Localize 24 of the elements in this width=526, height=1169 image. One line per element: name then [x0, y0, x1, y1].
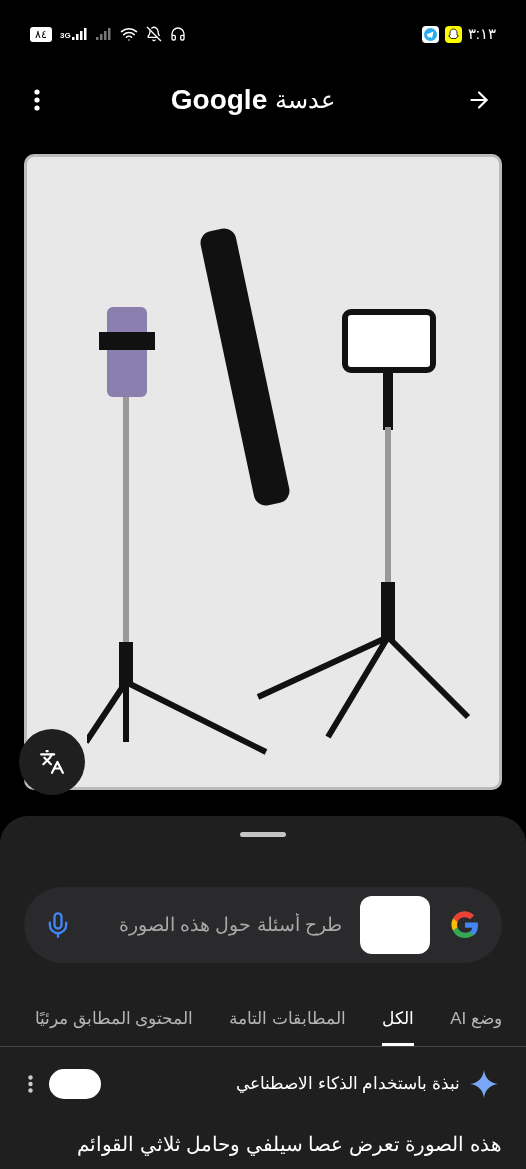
- battery-indicator: ٨٤: [30, 26, 52, 42]
- paper-plane-icon: [421, 25, 439, 43]
- clock-time: ٣:١٣: [467, 23, 496, 44]
- drag-handle[interactable]: [240, 832, 286, 837]
- bell-muted-icon: [145, 26, 162, 42]
- signal-icon: [71, 28, 88, 40]
- wifi-icon: [119, 25, 138, 43]
- ghost-icon: [444, 25, 462, 43]
- app-title: عدسة: [275, 85, 336, 115]
- signal-icon: [95, 28, 112, 40]
- tab[interactable]: المحتوى المطابق مرئيًا: [35, 1005, 194, 1046]
- tab[interactable]: الكل: [382, 1005, 415, 1046]
- tab[interactable]: المطابقات التامة: [229, 1005, 347, 1046]
- ai-overview-text: هذه الصورة تعرض عصا سيلفي وحامل ثلاثي القوائم: [76, 1132, 503, 1158]
- translate-icon: [39, 749, 65, 775]
- more-options-icon: [34, 89, 40, 111]
- app-title: Google: [170, 83, 268, 117]
- image-thumbnail[interactable]: [360, 896, 430, 954]
- tab[interactable]: وضع AI: [450, 1005, 502, 1046]
- sparkle-icon: [470, 1070, 498, 1098]
- network-label: 3G: [60, 32, 71, 40]
- headphones-icon: [169, 26, 186, 42]
- ai-overview-title: نبذة باستخدام الذكاء الاصطناعي: [235, 1073, 460, 1096]
- more-options-icon[interactable]: [28, 1075, 33, 1093]
